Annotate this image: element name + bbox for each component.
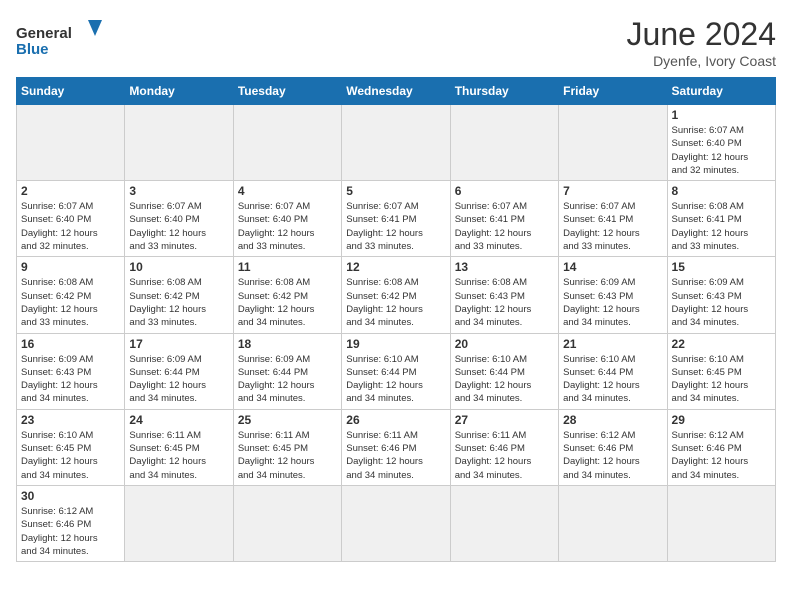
calendar-row-6: 30 Sunrise: 6:12 AMSunset: 6:46 PMDaylig…: [17, 485, 776, 561]
main-title: June 2024: [627, 16, 776, 53]
logo: General Blue: [16, 16, 106, 64]
empty-cell: [342, 105, 450, 181]
subtitle: Dyenfe, Ivory Coast: [627, 53, 776, 69]
header-thursday: Thursday: [450, 78, 558, 105]
empty-cell: [450, 485, 558, 561]
calendar-row-4: 16 Sunrise: 6:09 AMSunset: 6:43 PMDaylig…: [17, 333, 776, 409]
calendar-table: Sunday Monday Tuesday Wednesday Thursday…: [16, 77, 776, 562]
calendar-row-2: 2 Sunrise: 6:07 AMSunset: 6:40 PMDayligh…: [17, 181, 776, 257]
day-15: 15 Sunrise: 6:09 AMSunset: 6:43 PMDaylig…: [667, 257, 775, 333]
day-6: 6 Sunrise: 6:07 AMSunset: 6:41 PMDayligh…: [450, 181, 558, 257]
calendar-row-5: 23 Sunrise: 6:10 AMSunset: 6:45 PMDaylig…: [17, 409, 776, 485]
day-23: 23 Sunrise: 6:10 AMSunset: 6:45 PMDaylig…: [17, 409, 125, 485]
calendar-row-3: 9 Sunrise: 6:08 AMSunset: 6:42 PMDayligh…: [17, 257, 776, 333]
logo-svg: General Blue: [16, 16, 106, 64]
header-saturday: Saturday: [667, 78, 775, 105]
day-25: 25 Sunrise: 6:11 AMSunset: 6:45 PMDaylig…: [233, 409, 341, 485]
header-sunday: Sunday: [17, 78, 125, 105]
empty-cell: [559, 105, 667, 181]
header-wednesday: Wednesday: [342, 78, 450, 105]
empty-cell: [450, 105, 558, 181]
day-12: 12 Sunrise: 6:08 AMSunset: 6:42 PMDaylig…: [342, 257, 450, 333]
title-block: June 2024 Dyenfe, Ivory Coast: [627, 16, 776, 69]
day-2: 2 Sunrise: 6:07 AMSunset: 6:40 PMDayligh…: [17, 181, 125, 257]
day-17: 17 Sunrise: 6:09 AMSunset: 6:44 PMDaylig…: [125, 333, 233, 409]
day-19: 19 Sunrise: 6:10 AMSunset: 6:44 PMDaylig…: [342, 333, 450, 409]
empty-cell: [233, 485, 341, 561]
day-16: 16 Sunrise: 6:09 AMSunset: 6:43 PMDaylig…: [17, 333, 125, 409]
day-7: 7 Sunrise: 6:07 AMSunset: 6:41 PMDayligh…: [559, 181, 667, 257]
day-20: 20 Sunrise: 6:10 AMSunset: 6:44 PMDaylig…: [450, 333, 558, 409]
day-14: 14 Sunrise: 6:09 AMSunset: 6:43 PMDaylig…: [559, 257, 667, 333]
empty-cell: [125, 485, 233, 561]
header-friday: Friday: [559, 78, 667, 105]
day-22: 22 Sunrise: 6:10 AMSunset: 6:45 PMDaylig…: [667, 333, 775, 409]
day-27: 27 Sunrise: 6:11 AMSunset: 6:46 PMDaylig…: [450, 409, 558, 485]
day-11: 11 Sunrise: 6:08 AMSunset: 6:42 PMDaylig…: [233, 257, 341, 333]
empty-cell: [559, 485, 667, 561]
header-tuesday: Tuesday: [233, 78, 341, 105]
calendar-row-1: 1 Sunrise: 6:07 AMSunset: 6:40 PMDayligh…: [17, 105, 776, 181]
day-13: 13 Sunrise: 6:08 AMSunset: 6:43 PMDaylig…: [450, 257, 558, 333]
day-21: 21 Sunrise: 6:10 AMSunset: 6:44 PMDaylig…: [559, 333, 667, 409]
empty-cell: [667, 485, 775, 561]
day-28: 28 Sunrise: 6:12 AMSunset: 6:46 PMDaylig…: [559, 409, 667, 485]
empty-cell: [125, 105, 233, 181]
day-10: 10 Sunrise: 6:08 AMSunset: 6:42 PMDaylig…: [125, 257, 233, 333]
day-1: 1 Sunrise: 6:07 AMSunset: 6:40 PMDayligh…: [667, 105, 775, 181]
day-5: 5 Sunrise: 6:07 AMSunset: 6:41 PMDayligh…: [342, 181, 450, 257]
weekday-header-row: Sunday Monday Tuesday Wednesday Thursday…: [17, 78, 776, 105]
day-29: 29 Sunrise: 6:12 AMSunset: 6:46 PMDaylig…: [667, 409, 775, 485]
svg-text:General: General: [16, 25, 72, 42]
day-18: 18 Sunrise: 6:09 AMSunset: 6:44 PMDaylig…: [233, 333, 341, 409]
day-8: 8 Sunrise: 6:08 AMSunset: 6:41 PMDayligh…: [667, 181, 775, 257]
svg-text:Blue: Blue: [16, 41, 49, 58]
header-monday: Monday: [125, 78, 233, 105]
day-24: 24 Sunrise: 6:11 AMSunset: 6:45 PMDaylig…: [125, 409, 233, 485]
empty-cell: [17, 105, 125, 181]
day-3: 3 Sunrise: 6:07 AMSunset: 6:40 PMDayligh…: [125, 181, 233, 257]
empty-cell: [233, 105, 341, 181]
page-header: General Blue June 2024 Dyenfe, Ivory Coa…: [16, 16, 776, 69]
day-26: 26 Sunrise: 6:11 AMSunset: 6:46 PMDaylig…: [342, 409, 450, 485]
day-9: 9 Sunrise: 6:08 AMSunset: 6:42 PMDayligh…: [17, 257, 125, 333]
empty-cell: [342, 485, 450, 561]
day-4: 4 Sunrise: 6:07 AMSunset: 6:40 PMDayligh…: [233, 181, 341, 257]
day-30: 30 Sunrise: 6:12 AMSunset: 6:46 PMDaylig…: [17, 485, 125, 561]
